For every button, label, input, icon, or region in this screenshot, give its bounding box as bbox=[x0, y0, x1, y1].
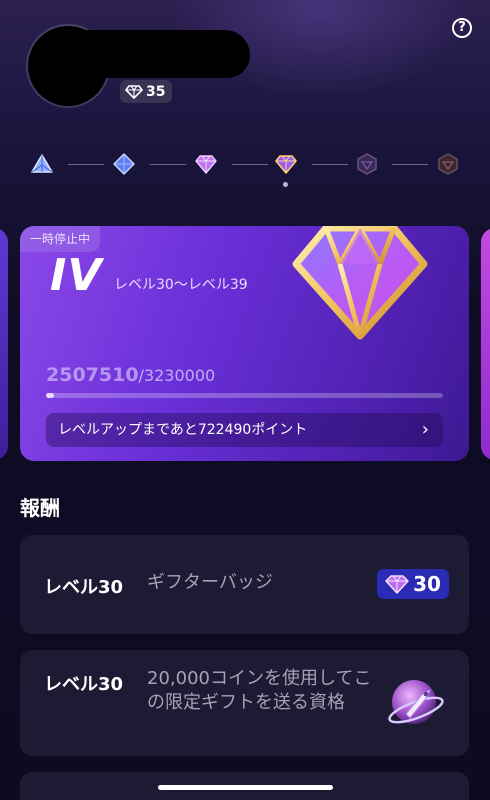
points-progress-text: 2507510/3230000 bbox=[46, 364, 215, 386]
help-icon[interactable]: ? bbox=[452, 18, 472, 38]
max-points: /3230000 bbox=[138, 366, 216, 385]
vip-level-screen: ? 35 一時停止中 IV レベル30〜レベル39 2507510/323000… bbox=[0, 0, 490, 800]
home-indicator[interactable] bbox=[158, 785, 333, 790]
level-progress-fill bbox=[46, 393, 54, 398]
next-tier-card[interactable] bbox=[481, 228, 490, 460]
rewards-section-title: 報酬 bbox=[20, 496, 60, 520]
chevron-right-icon: › bbox=[421, 419, 429, 440]
reward-card-badge[interactable]: レベル30 ギフターバッジ 30 bbox=[20, 535, 469, 634]
tier-6-locked-gem-icon[interactable] bbox=[436, 153, 460, 175]
tier-connector bbox=[392, 164, 428, 165]
tier-connector bbox=[150, 164, 186, 165]
tier-numeral: IV bbox=[50, 250, 103, 301]
gem-count: 35 bbox=[146, 83, 166, 100]
tier-3-gem-icon[interactable] bbox=[194, 153, 218, 175]
diamond-badge-icon bbox=[385, 575, 409, 594]
current-points: 2507510 bbox=[46, 364, 139, 386]
tier-5-locked-gem-icon[interactable] bbox=[355, 153, 379, 175]
diamond-icon bbox=[125, 84, 143, 99]
redacted-username bbox=[60, 30, 250, 78]
tier-connector bbox=[232, 164, 268, 165]
reward-description: ギフターバッジ bbox=[147, 572, 273, 593]
tier-4-diamond-icon[interactable] bbox=[274, 153, 298, 175]
reward-level: レベル30 bbox=[44, 674, 124, 695]
tier-track bbox=[0, 148, 490, 188]
tier-connector bbox=[68, 164, 104, 165]
reward-level: レベル30 bbox=[44, 577, 124, 598]
current-tier-card: 一時停止中 IV レベル30〜レベル39 2507510/3230000 レベル… bbox=[20, 226, 469, 461]
level-progress-bar bbox=[46, 393, 443, 398]
reward-card-exclusive-gift[interactable]: レベル30 20,000コインを使用してこの限定ギフトを送る資格 bbox=[20, 650, 469, 756]
tier-diamond-icon bbox=[292, 226, 428, 340]
level-range: レベル30〜レベル39 bbox=[114, 277, 248, 293]
gifter-badge-chip: 30 bbox=[377, 569, 449, 599]
selected-tier-indicator bbox=[283, 182, 288, 187]
tier-2-rhombus-icon[interactable] bbox=[112, 153, 136, 175]
exclusive-gift-icon bbox=[388, 680, 444, 724]
gem-count-badge: 35 bbox=[120, 80, 173, 103]
paused-tag: 一時停止中 bbox=[20, 226, 101, 252]
reward-description: 20,000コインを使用してこの限定ギフトを送る資格 bbox=[147, 668, 372, 713]
tier-1-triangle-icon[interactable] bbox=[30, 153, 54, 175]
tier-connector bbox=[312, 164, 348, 165]
badge-value: 30 bbox=[413, 572, 441, 596]
next-level-banner[interactable]: レベルアップまであと722490ポイント › bbox=[46, 413, 443, 447]
previous-tier-card[interactable] bbox=[0, 228, 8, 460]
next-level-text: レベルアップまであと722490ポイント bbox=[58, 422, 308, 438]
